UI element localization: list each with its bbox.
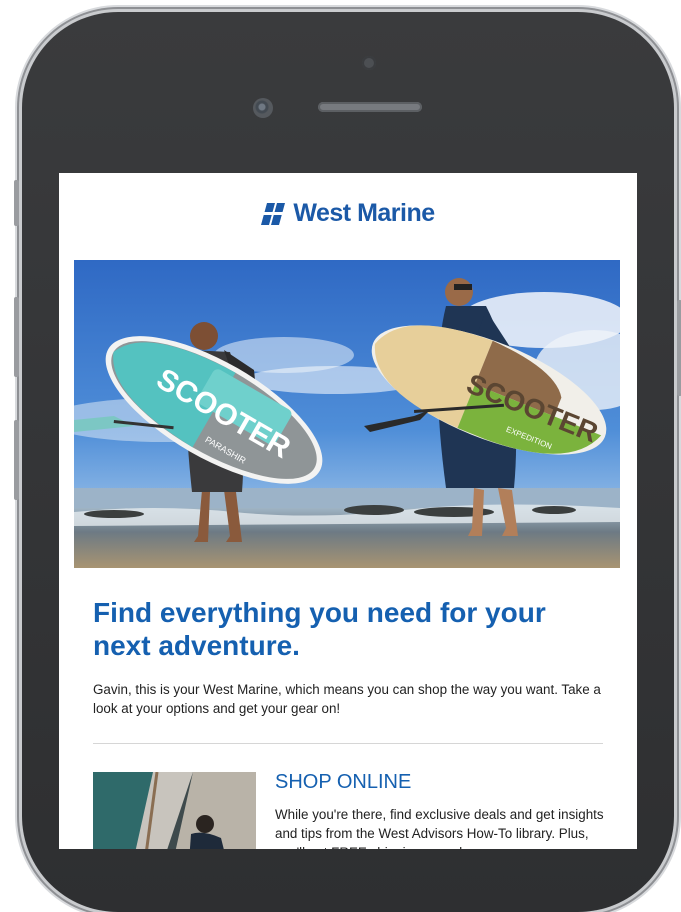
volume-down-button — [14, 420, 19, 500]
volume-up-button — [14, 297, 19, 377]
proximity-sensor — [362, 56, 376, 70]
mute-switch — [14, 180, 19, 226]
earpiece-speaker — [318, 102, 422, 112]
headline: Find everything you need for your next a… — [93, 597, 546, 661]
shop-online-image[interactable] — [93, 772, 256, 849]
logo-text: West Marine — [293, 199, 435, 227]
power-button — [677, 300, 681, 396]
section-divider — [93, 743, 603, 744]
front-camera-icon — [253, 98, 273, 118]
email-screen: West Marine SCOOTER PARASHIR SCOOTER EXP… — [59, 173, 637, 849]
hero-image[interactable]: SCOOTER PARASHIR SCOOTER EXPEDITION — [74, 260, 620, 568]
shop-online-text: While you're there, find exclusive deals… — [275, 807, 604, 849]
intro-text: Gavin, this is your West Marine, which m… — [93, 682, 601, 716]
shop-online-heading[interactable]: SHOP ONLINE — [275, 771, 411, 794]
west-marine-logo[interactable]: West Marine — [59, 199, 637, 228]
west-marine-logo-mark-icon — [261, 202, 289, 225]
